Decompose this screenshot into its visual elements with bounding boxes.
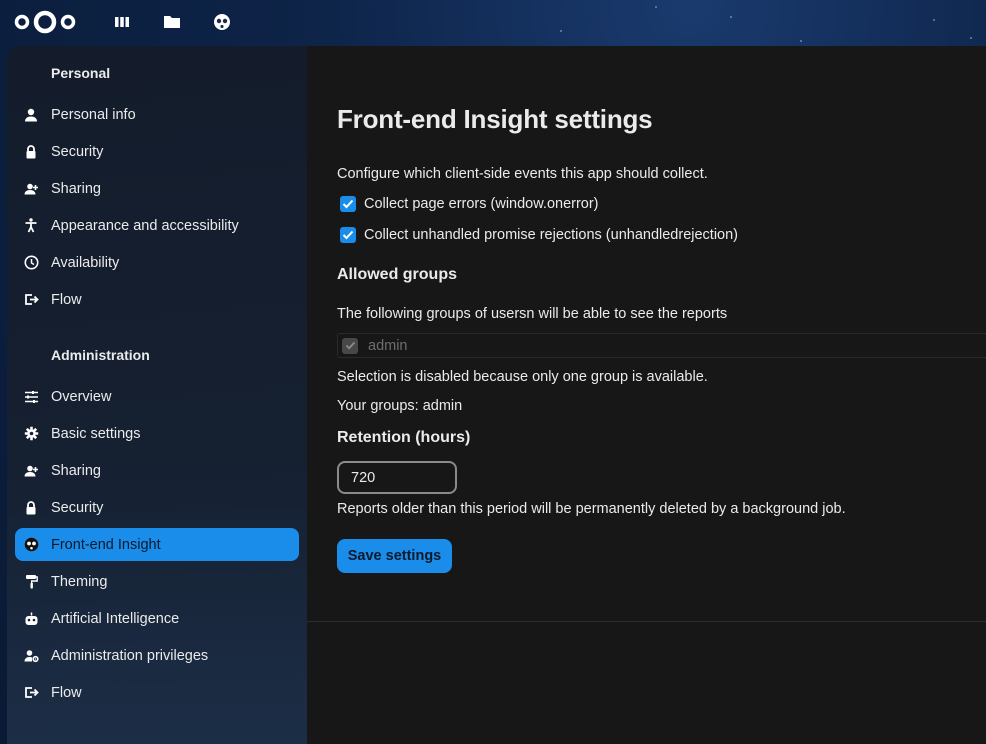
sidebar-item-label: Overview	[51, 388, 112, 405]
section-title-personal: Personal	[51, 65, 111, 81]
sidebar-item-label: Basic settings	[51, 425, 141, 442]
sidebar-item-basic-settings[interactable]: Basic settings	[15, 417, 299, 450]
sidebar-item-label: Theming	[51, 573, 108, 590]
retention-note: Reports older than this period will be p…	[337, 501, 846, 517]
retention-hours-input[interactable]	[337, 461, 457, 494]
sidebar-item-sharing[interactable]: Sharing	[15, 172, 299, 205]
sidebar-item-label: Flow	[51, 684, 82, 701]
sidebar-item-appearance[interactable]: Appearance and accessibility	[15, 209, 299, 242]
user-cog-icon	[23, 648, 39, 664]
sidebar-item-personal-info[interactable]: Personal info	[15, 98, 299, 131]
background-star	[933, 19, 935, 21]
option-label: Collect unhandled promise rejections (un…	[364, 227, 738, 243]
option-label: Collect page errors (window.onerror)	[364, 196, 599, 212]
sidebar-item-label: Sharing	[51, 180, 101, 197]
sidebar-item-label: Appearance and accessibility	[51, 217, 239, 234]
front-end-insight-icon[interactable]	[212, 12, 232, 32]
lock-icon	[23, 144, 39, 160]
sidebar-item-label: Sharing	[51, 462, 101, 479]
share-icon	[23, 463, 39, 479]
robot-icon	[23, 611, 39, 627]
save-settings-button[interactable]: Save settings	[337, 539, 452, 573]
gear-icon	[23, 426, 39, 442]
group-option-admin: admin	[337, 333, 986, 358]
app-frame: Personal Personal info Security Sharing …	[7, 46, 986, 744]
allowed-groups-heading: Allowed groups	[337, 266, 457, 283]
nextcloud-logo[interactable]	[14, 9, 76, 35]
sidebar-item-security[interactable]: Security	[15, 135, 299, 168]
settings-sidebar: Personal Personal info Security Sharing …	[7, 46, 307, 744]
allowed-groups-description: The following groups of usersn will be a…	[337, 306, 728, 322]
sidebar-item-admin-sharing[interactable]: Sharing	[15, 454, 299, 487]
sidebar-item-label: Flow	[51, 291, 82, 308]
retention-heading: Retention (hours)	[337, 429, 471, 446]
background-star	[800, 40, 802, 42]
files-icon[interactable]	[162, 12, 182, 32]
sidebar-item-admin-security[interactable]: Security	[15, 491, 299, 524]
groups-disabled-note: Selection is disabled because only one g…	[337, 369, 708, 385]
user-icon	[23, 107, 39, 123]
sidebar-item-artificial-intelligence[interactable]: Artificial Intelligence	[15, 602, 299, 635]
unhandled-rejections-checkbox[interactable]	[340, 227, 356, 243]
your-groups-text: Your groups: admin	[337, 398, 463, 414]
page-errors-checkbox[interactable]	[340, 196, 356, 212]
sidebar-item-label: Security	[51, 499, 104, 516]
sidebar-item-label: Personal info	[51, 106, 136, 123]
admin-group-checkbox	[342, 337, 358, 354]
sidebar-item-administration-privileges[interactable]: Administration privileges	[15, 639, 299, 672]
background-star	[730, 16, 732, 18]
sidebar-item-label: Administration privileges	[51, 647, 209, 664]
sidebar-item-availability[interactable]: Availability	[15, 246, 299, 279]
group-label: admin	[368, 337, 408, 354]
dashboard-icon[interactable]	[112, 12, 132, 32]
sidebar-item-label: Security	[51, 143, 104, 160]
lock-icon	[23, 500, 39, 516]
sidebar-item-label: Availability	[51, 254, 120, 271]
front-end-insight-icon	[23, 537, 39, 553]
section-title-administration: Administration	[51, 347, 150, 363]
clock-icon	[23, 255, 39, 271]
background-star	[970, 37, 972, 39]
share-icon	[23, 181, 39, 197]
sidebar-item-label: Front-end Insight	[51, 536, 161, 553]
option-unhandled-rejections[interactable]: Collect unhandled promise rejections (un…	[340, 227, 738, 243]
settings-content: Front-end Insight settings Configure whi…	[307, 46, 986, 744]
sidebar-item-label: Artificial Intelligence	[51, 610, 180, 627]
top-bar	[0, 0, 986, 46]
page-title: Front-end Insight settings	[337, 104, 653, 134]
paint-roller-icon	[23, 574, 39, 590]
content-divider	[307, 621, 986, 622]
sidebar-item-admin-flow[interactable]: Flow	[15, 676, 299, 709]
settings-description: Configure which client-side events this …	[337, 166, 708, 182]
option-page-errors[interactable]: Collect page errors (window.onerror)	[340, 196, 599, 212]
background-star	[560, 30, 562, 32]
accessibility-icon	[23, 218, 39, 234]
sidebar-item-flow[interactable]: Flow	[15, 283, 299, 316]
flow-icon	[23, 685, 39, 701]
tune-icon	[23, 389, 39, 405]
background-star	[655, 6, 657, 8]
sidebar-item-front-end-insight[interactable]: Front-end Insight	[15, 528, 299, 561]
flow-icon	[23, 292, 39, 308]
sidebar-item-theming[interactable]: Theming	[15, 565, 299, 598]
sidebar-item-overview[interactable]: Overview	[15, 380, 299, 413]
